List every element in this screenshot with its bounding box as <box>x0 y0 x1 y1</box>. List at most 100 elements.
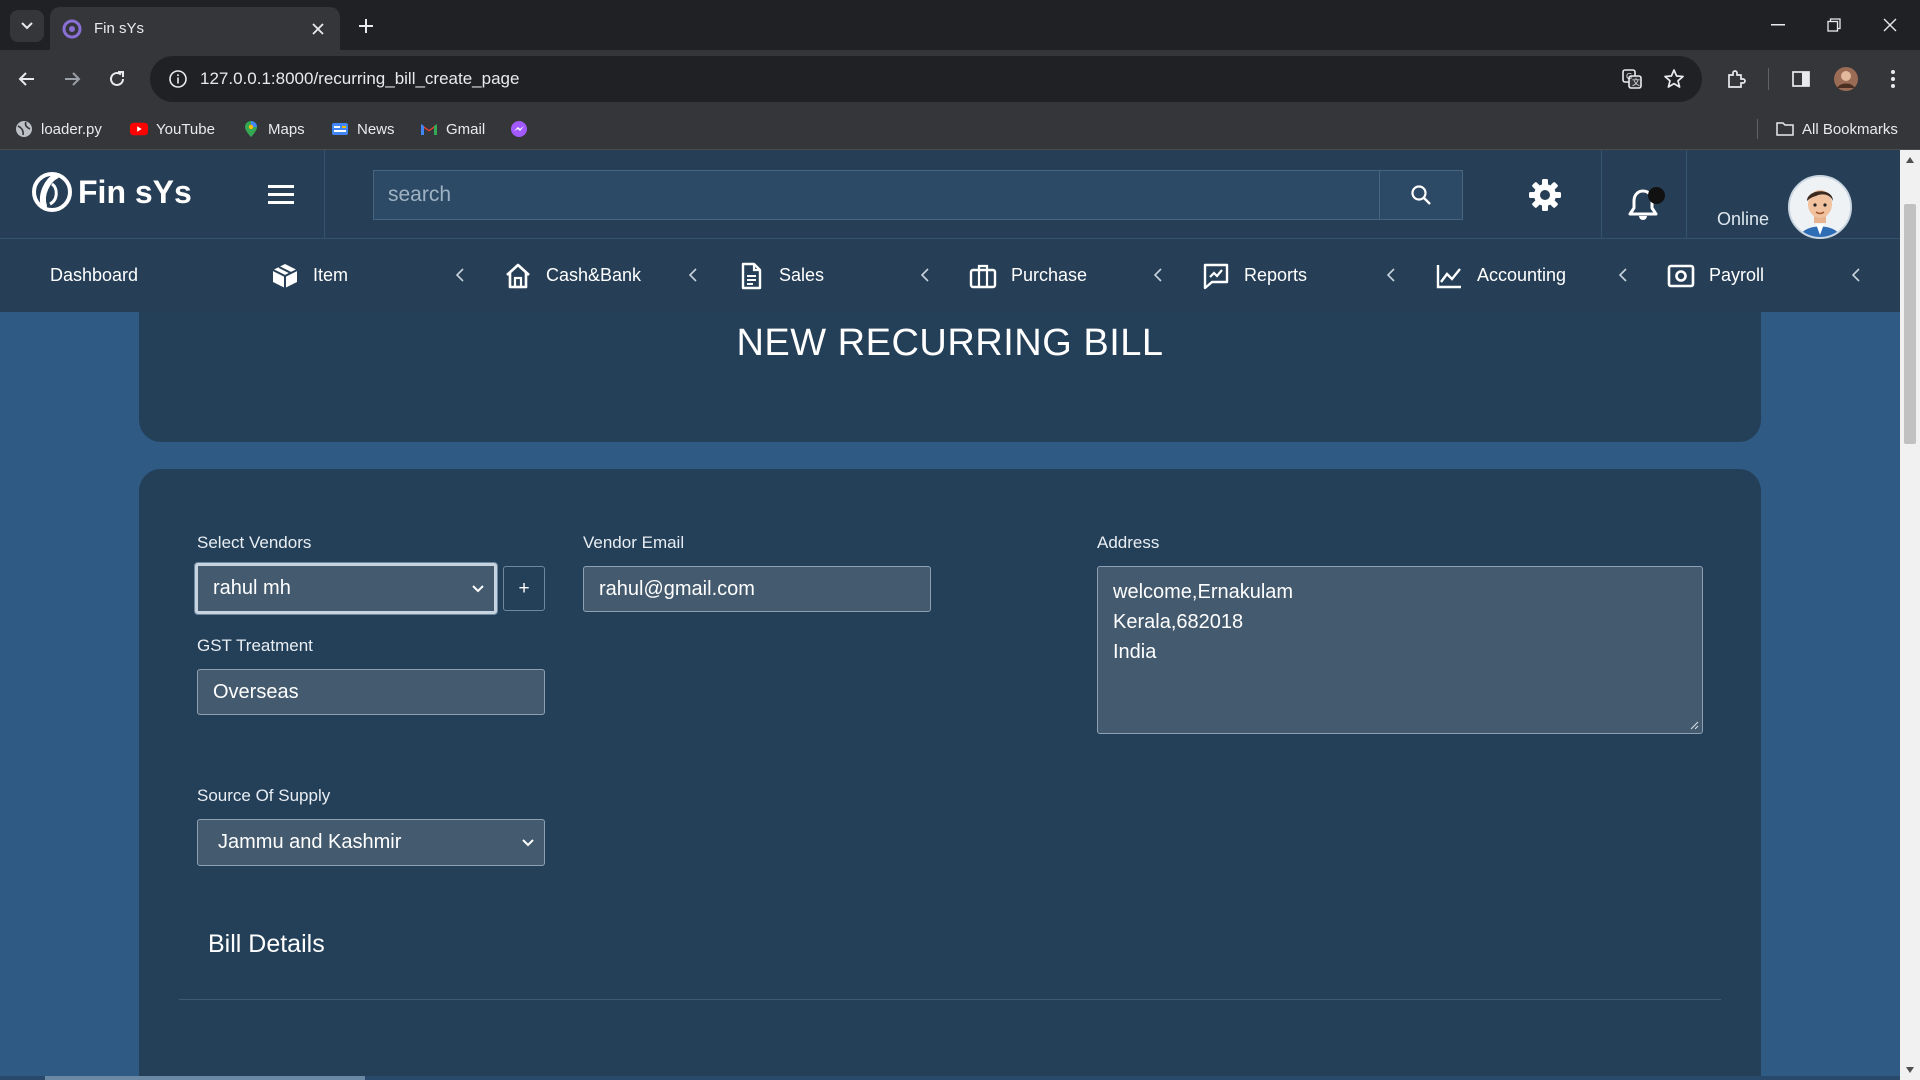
scroll-up-arrow-icon[interactable] <box>1905 156 1915 164</box>
nav-label: Item <box>313 265 349 285</box>
forward-button[interactable] <box>55 62 89 96</box>
nav-item-expand[interactable] <box>451 264 469 286</box>
bookmark-maps[interactable]: Maps <box>242 108 305 150</box>
chart-line-icon <box>1436 264 1461 288</box>
notification-badge <box>1648 187 1665 204</box>
profile-button[interactable] <box>1830 63 1862 95</box>
address-bar[interactable]: 127.0.0.1:8000/recurring_bill_create_pag… <box>150 56 1702 102</box>
app-search <box>373 170 1463 220</box>
more-vertical-icon <box>1891 70 1895 88</box>
browser-tab-active[interactable]: Fin sYs <box>50 7 340 50</box>
app-logo[interactable]: Fin sYs <box>30 170 192 214</box>
nav-cashbank-expand[interactable] <box>684 264 702 286</box>
source-of-supply-select[interactable]: Jammu and Kashmir <box>197 819 545 866</box>
nav-reports[interactable]: Reports <box>1202 239 1307 312</box>
search-input[interactable] <box>373 170 1379 220</box>
close-window-button[interactable] <box>1862 0 1918 50</box>
star-icon <box>1664 69 1684 88</box>
user-avatar[interactable] <box>1788 175 1852 239</box>
chevron-down-icon <box>472 584 484 592</box>
app-brand-name: Fin sYs <box>78 173 192 210</box>
puzzle-icon <box>1728 70 1746 88</box>
nav-purchase[interactable]: Purchase <box>969 239 1087 312</box>
extensions-button[interactable] <box>1720 63 1752 95</box>
nav-payroll-expand[interactable] <box>1847 264 1865 286</box>
bookmark-news[interactable]: News <box>331 108 395 150</box>
browser-menu-button[interactable] <box>1877 63 1909 95</box>
messenger-icon <box>511 121 527 137</box>
settings-gear-icon[interactable] <box>1528 178 1562 212</box>
section-divider <box>179 999 1721 1000</box>
bookmark-loader[interactable]: loader.py <box>15 108 102 150</box>
page-heading-card: NEW RECURRING BILL <box>139 312 1761 442</box>
nav-dashboard[interactable]: Dashboard <box>50 239 138 312</box>
side-panel-icon <box>1792 71 1810 87</box>
tab-close-button[interactable] <box>308 19 328 39</box>
add-vendor-button[interactable]: + <box>503 566 545 611</box>
close-icon <box>312 22 324 35</box>
vendor-email-label: Vendor Email <box>583 533 685 552</box>
source-of-supply-value: Jammu and Kashmir <box>218 831 402 853</box>
back-button[interactable] <box>10 62 44 96</box>
search-button[interactable] <box>1379 170 1463 220</box>
briefcase-icon <box>969 264 997 288</box>
vendor-select[interactable]: rahul mh <box>195 563 497 614</box>
vertical-scrollbar[interactable] <box>1900 150 1920 1080</box>
translate-button[interactable]: G文 <box>1612 56 1652 102</box>
side-panel-button[interactable] <box>1785 63 1817 95</box>
bill-form-card: Select Vendors rahul mh + Vendor Email r… <box>139 469 1761 1080</box>
horizontal-scrollbar[interactable] <box>0 1076 1900 1080</box>
gst-treatment-label: GST Treatment <box>197 636 313 655</box>
money-icon <box>1667 264 1695 287</box>
vertical-scroll-thumb[interactable] <box>1904 204 1916 444</box>
svg-text:文: 文 <box>1632 77 1640 87</box>
gst-treatment-field[interactable]: Overseas <box>197 669 545 715</box>
nav-label: Purchase <box>1011 265 1088 285</box>
minimize-button[interactable] <box>1750 0 1806 50</box>
chevron-down-icon <box>522 838 534 846</box>
header-divider <box>324 150 325 239</box>
main-nav: Dashboard Item Cash&Bank Sales Purchase … <box>0 239 1900 312</box>
horizontal-scroll-thumb[interactable] <box>45 1076 365 1080</box>
scroll-down-arrow-icon[interactable] <box>1905 1066 1915 1074</box>
nav-item[interactable]: Item <box>271 239 348 312</box>
tab-search-button[interactable] <box>10 10 44 42</box>
address-textarea[interactable]: welcome,Ernakulam Kerala,682018 India <box>1097 566 1703 734</box>
hamburger-menu-icon[interactable] <box>268 182 296 206</box>
nav-sales[interactable]: Sales <box>737 239 824 312</box>
nav-accounting[interactable]: Accounting <box>1435 239 1566 312</box>
chevron-left-icon <box>1619 268 1627 282</box>
translate-icon: G文 <box>1622 69 1642 89</box>
reload-button[interactable] <box>100 62 134 96</box>
nav-cashbank[interactable]: Cash&Bank <box>504 239 641 312</box>
bookmark-star-button[interactable] <box>1654 56 1694 102</box>
bookmark-gmail[interactable]: Gmail <box>420 108 485 150</box>
page-title: NEW RECURRING BILL <box>736 322 1164 364</box>
document-icon <box>741 262 762 289</box>
bookmark-label: Maps <box>268 120 305 138</box>
site-info-icon[interactable] <box>168 69 188 89</box>
address-line: welcome,Ernakulam <box>1113 581 1294 603</box>
nav-reports-expand[interactable] <box>1382 264 1400 286</box>
bookmark-messenger[interactable] <box>510 108 536 150</box>
maps-pin-icon <box>245 121 257 137</box>
address-line: Kerala,682018 <box>1113 611 1244 633</box>
restore-button[interactable] <box>1806 0 1862 50</box>
source-of-supply-label: Source Of Supply <box>197 786 331 805</box>
nav-sales-expand[interactable] <box>916 264 934 286</box>
nav-purchase-expand[interactable] <box>1149 264 1167 286</box>
chevron-left-icon <box>456 268 464 282</box>
address-label: Address <box>1097 533 1160 552</box>
vendor-email-field[interactable]: rahul@gmail.com <box>583 566 931 612</box>
nav-payroll[interactable]: Payroll <box>1667 239 1764 312</box>
bookmark-label: News <box>357 120 395 138</box>
vendor-label: Select Vendors <box>197 533 312 552</box>
vendor-selected-value: rahul mh <box>213 577 291 599</box>
vendor-email-value: rahul@gmail.com <box>599 577 755 600</box>
nav-accounting-expand[interactable] <box>1614 264 1632 286</box>
bookmark-youtube[interactable]: YouTube <box>130 108 215 150</box>
all-bookmarks-button[interactable]: All Bookmarks <box>1776 108 1898 150</box>
new-tab-button[interactable] <box>352 12 380 40</box>
chevron-left-icon <box>1387 268 1395 282</box>
resize-grip-icon[interactable] <box>1689 720 1699 730</box>
